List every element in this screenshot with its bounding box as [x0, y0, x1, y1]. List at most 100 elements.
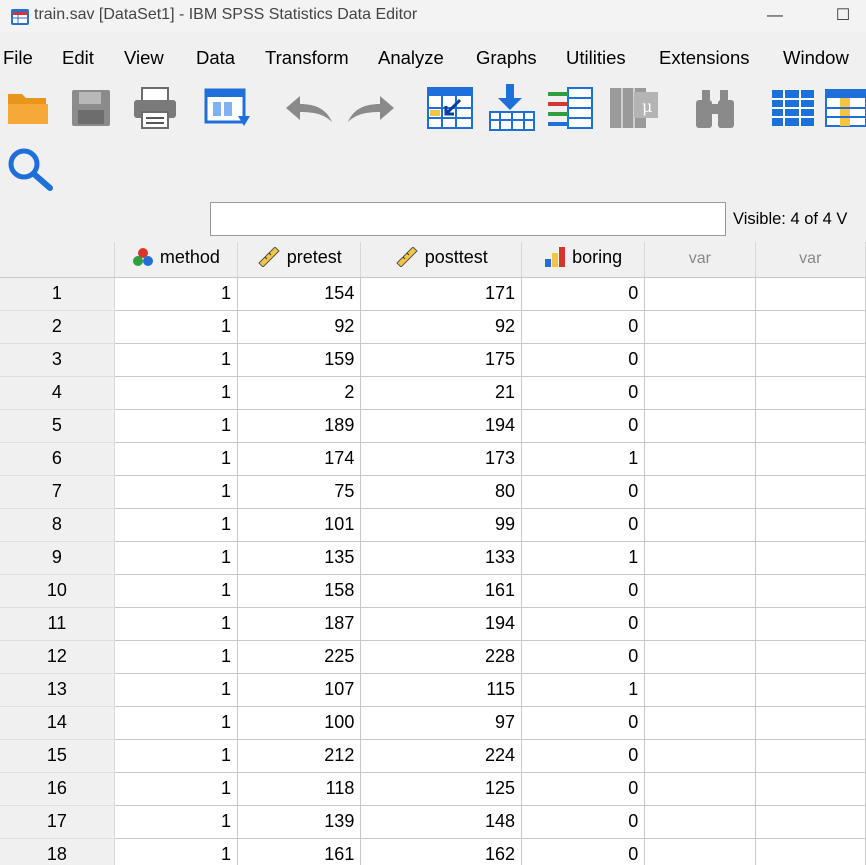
cell-pretest[interactable]: 161 — [237, 838, 362, 865]
table-row[interactable]: 18 1 161 162 0 — [0, 838, 866, 865]
cell-method[interactable]: 1 — [114, 541, 239, 575]
row-number[interactable]: 15 — [0, 739, 115, 773]
cell-empty[interactable] — [755, 409, 866, 443]
cell-method[interactable]: 1 — [114, 574, 239, 608]
cell-empty[interactable] — [755, 640, 866, 674]
row-number[interactable]: 1 — [0, 277, 115, 311]
cell-boring[interactable]: 0 — [521, 640, 646, 674]
column-header-pretest[interactable]: pretest — [237, 242, 362, 278]
table-row[interactable]: 6 1 174 173 1 — [0, 442, 866, 476]
cell-boring[interactable]: 0 — [521, 310, 646, 344]
cell-method[interactable]: 1 — [114, 277, 239, 311]
cell-empty[interactable] — [755, 508, 866, 542]
cell-posttest[interactable]: 80 — [360, 475, 523, 509]
cell-boring[interactable]: 0 — [521, 508, 646, 542]
table-row[interactable]: 11 1 187 194 0 — [0, 607, 866, 641]
row-number[interactable]: 14 — [0, 706, 115, 740]
cell-empty[interactable] — [755, 277, 866, 311]
cell-boring[interactable]: 1 — [521, 541, 646, 575]
row-header-corner[interactable] — [0, 242, 115, 278]
cell-boring[interactable]: 0 — [521, 376, 646, 410]
table-row[interactable]: 7 1 75 80 0 — [0, 475, 866, 509]
table-row[interactable]: 15 1 212 224 0 — [0, 739, 866, 773]
print-icon[interactable] — [132, 86, 178, 130]
cell-pretest[interactable]: 139 — [237, 805, 362, 839]
cell-pretest[interactable]: 212 — [237, 739, 362, 773]
cell-pretest[interactable]: 2 — [237, 376, 362, 410]
cell-pretest[interactable]: 92 — [237, 310, 362, 344]
cell-empty[interactable] — [644, 277, 756, 311]
row-number[interactable]: 13 — [0, 673, 115, 707]
go-to-variable-icon[interactable] — [488, 84, 536, 132]
cell-pretest[interactable]: 174 — [237, 442, 362, 476]
cell-pretest[interactable]: 159 — [237, 343, 362, 377]
cell-pretest[interactable]: 100 — [237, 706, 362, 740]
cell-posttest[interactable]: 148 — [360, 805, 523, 839]
cell-empty[interactable] — [755, 310, 866, 344]
cell-empty[interactable] — [644, 475, 756, 509]
table-row[interactable]: 16 1 118 125 0 — [0, 772, 866, 806]
cell-pretest[interactable]: 75 — [237, 475, 362, 509]
maximize-button[interactable]: ☐ — [818, 0, 866, 32]
run-descriptives-icon[interactable]: μ — [608, 84, 660, 132]
cell-posttest[interactable]: 224 — [360, 739, 523, 773]
row-number[interactable]: 4 — [0, 376, 115, 410]
cell-pretest[interactable]: 135 — [237, 541, 362, 575]
cell-boring[interactable]: 0 — [521, 277, 646, 311]
redo-icon[interactable] — [344, 92, 398, 126]
cell-empty[interactable] — [755, 772, 866, 806]
cell-empty[interactable] — [644, 574, 756, 608]
cell-pretest[interactable]: 158 — [237, 574, 362, 608]
cell-posttest[interactable]: 133 — [360, 541, 523, 575]
cell-pretest[interactable]: 187 — [237, 607, 362, 641]
cell-method[interactable]: 1 — [114, 805, 239, 839]
cell-empty[interactable] — [755, 607, 866, 641]
cell-method[interactable]: 1 — [114, 508, 239, 542]
cell-empty[interactable] — [755, 706, 866, 740]
cell-empty[interactable] — [644, 640, 756, 674]
menu-graphs[interactable]: Graphs — [476, 47, 537, 69]
menu-file[interactable]: File — [3, 47, 33, 69]
cell-method[interactable]: 1 — [114, 772, 239, 806]
cell-pretest[interactable]: 154 — [237, 277, 362, 311]
cell-empty[interactable] — [644, 541, 756, 575]
row-number[interactable]: 11 — [0, 607, 115, 641]
menu-view[interactable]: View — [124, 47, 164, 69]
menu-analyze[interactable]: Analyze — [378, 47, 444, 69]
cell-empty[interactable] — [755, 739, 866, 773]
row-number[interactable]: 9 — [0, 541, 115, 575]
menu-data[interactable]: Data — [196, 47, 235, 69]
cell-boring[interactable]: 0 — [521, 772, 646, 806]
cell-empty[interactable] — [755, 805, 866, 839]
cell-method[interactable]: 1 — [114, 640, 239, 674]
cell-empty[interactable] — [644, 838, 756, 865]
cell-method[interactable]: 1 — [114, 607, 239, 641]
row-number[interactable]: 2 — [0, 310, 115, 344]
insert-variable-icon[interactable] — [824, 86, 866, 130]
cell-posttest[interactable]: 161 — [360, 574, 523, 608]
row-number[interactable]: 6 — [0, 442, 115, 476]
menu-utilities[interactable]: Utilities — [566, 47, 626, 69]
cell-boring[interactable]: 0 — [521, 343, 646, 377]
cell-empty[interactable] — [644, 442, 756, 476]
cell-empty[interactable] — [644, 772, 756, 806]
cell-method[interactable]: 1 — [114, 310, 239, 344]
cell-posttest[interactable]: 194 — [360, 607, 523, 641]
cell-boring[interactable]: 0 — [521, 574, 646, 608]
table-row[interactable]: 5 1 189 194 0 — [0, 409, 866, 443]
menu-extensions[interactable]: Extensions — [659, 47, 750, 69]
cell-empty[interactable] — [644, 310, 756, 344]
cell-posttest[interactable]: 228 — [360, 640, 523, 674]
undo-icon[interactable] — [282, 92, 336, 126]
cell-boring[interactable]: 1 — [521, 442, 646, 476]
cell-empty[interactable] — [755, 541, 866, 575]
menu-edit[interactable]: Edit — [62, 47, 94, 69]
cell-boring[interactable]: 0 — [521, 805, 646, 839]
cell-method[interactable]: 1 — [114, 343, 239, 377]
cell-pretest[interactable]: 107 — [237, 673, 362, 707]
cell-empty[interactable] — [644, 409, 756, 443]
cell-empty[interactable] — [755, 475, 866, 509]
row-number[interactable]: 12 — [0, 640, 115, 674]
cell-method[interactable]: 1 — [114, 409, 239, 443]
row-number[interactable]: 17 — [0, 805, 115, 839]
